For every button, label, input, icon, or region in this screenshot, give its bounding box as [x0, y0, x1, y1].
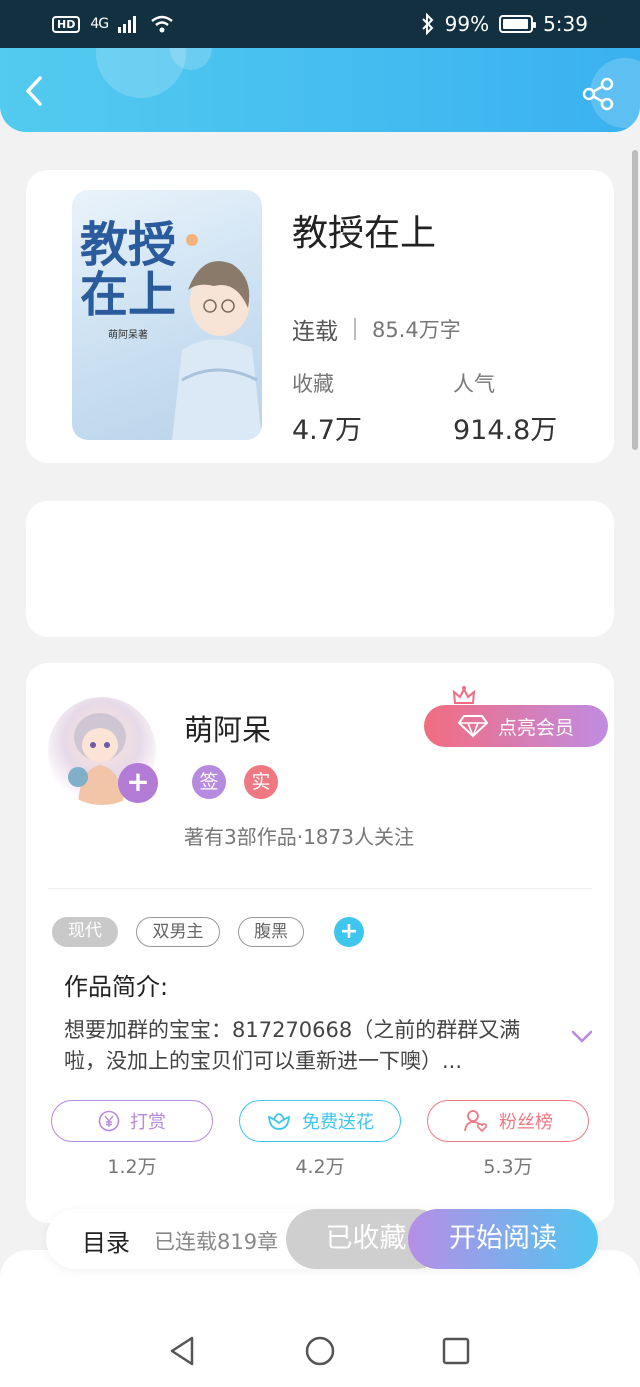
bluetooth-icon	[421, 13, 434, 35]
yen-icon	[98, 1110, 120, 1132]
status-right: 99% 5:39	[421, 12, 588, 36]
user-heart-icon	[464, 1110, 488, 1133]
flower-icon	[267, 1113, 291, 1130]
signal-bars-icon	[118, 16, 137, 33]
chevron-left-icon[interactable]	[20, 74, 50, 108]
table-of-contents-button[interactable]: 目录	[82, 1223, 130, 1258]
tag-dual-male-lead[interactable]: 双男主	[136, 917, 220, 947]
word-count: 85.4万字	[372, 318, 461, 342]
wifi-icon	[151, 15, 173, 33]
add-tag-button[interactable]: +	[334, 917, 364, 947]
status-left: HD 4G	[52, 15, 174, 33]
popularity-value: 914.8万	[453, 415, 558, 446]
reward-button[interactable]: 打赏	[51, 1100, 213, 1142]
divider	[48, 888, 592, 889]
author-card: + 萌阿呆 签 实 著有3部作品·1873人关注 点亮会员 现代 双男主 腹黑 …	[26, 663, 614, 1223]
empty-card	[26, 501, 614, 637]
nav-back-icon[interactable]	[168, 1335, 198, 1367]
badge-signed: 签	[192, 765, 226, 799]
favorites-value: 4.7万	[292, 415, 362, 446]
author-meta: 著有3部作品·1873人关注	[184, 825, 414, 849]
nav-home-icon[interactable]	[304, 1335, 336, 1367]
vip-button-label: 点亮会员	[497, 716, 574, 739]
reward-label: 打赏	[130, 1112, 166, 1133]
popularity-label: 人气	[453, 372, 495, 396]
share-icon[interactable]	[580, 76, 616, 112]
nav-recents-icon[interactable]	[441, 1335, 471, 1367]
chapter-count: 已连载819章	[154, 1230, 279, 1254]
status-divider	[354, 318, 356, 340]
battery-icon	[499, 15, 537, 33]
status-bar: HD 4G 99% 5:39	[0, 0, 640, 48]
send-flower-label: 免费送花	[302, 1112, 374, 1133]
book-cover[interactable]: 教授在上 萌阿呆著	[72, 190, 262, 440]
hd-badge: HD	[52, 15, 81, 33]
fan-ranking-count: 5.3万	[483, 1156, 533, 1178]
intro-text: 想要加群的宝宝：817270668（之前的群群又满啦，没加上的宝贝们可以重新进一…	[64, 1018, 521, 1073]
follow-plus-button[interactable]: +	[118, 763, 158, 803]
author-name: 萌阿呆	[184, 713, 272, 747]
vip-button[interactable]: 点亮会员	[424, 705, 608, 747]
fan-ranking-label: 粉丝榜	[499, 1112, 553, 1133]
app-header	[0, 48, 640, 132]
book-title: 教授在上	[292, 213, 437, 254]
intro-title: 作品简介:	[64, 973, 169, 1001]
cover-title: 教授在上	[80, 217, 177, 323]
cover-author: 萌阿呆著	[108, 330, 148, 341]
fan-ranking-button[interactable]: 粉丝榜	[427, 1100, 589, 1142]
book-info-card: 教授在上 萌阿呆著 教授在上 连载 85.4万字 收藏 4.7万 人气 914.…	[26, 170, 614, 463]
crown-icon	[452, 686, 476, 704]
reward-count: 1.2万	[107, 1156, 157, 1178]
send-flower-button[interactable]: 免费送花	[239, 1100, 401, 1142]
flower-count: 4.2万	[295, 1156, 345, 1178]
badge-verified: 实	[244, 765, 278, 799]
scrollbar[interactable]	[632, 150, 638, 450]
start-reading-button[interactable]: 开始阅读	[408, 1209, 598, 1269]
battery-percent: 99%	[444, 12, 490, 36]
book-status-row: 连载 85.4万字	[292, 312, 461, 346]
bottom-action-bar: 目录 已连载819章 已收藏 开始阅读	[46, 1209, 598, 1269]
tag-scheming[interactable]: 腹黑	[238, 917, 304, 947]
clock: 5:39	[543, 12, 588, 36]
system-nav-bar	[0, 1250, 640, 1387]
favorites-label: 收藏	[292, 372, 334, 396]
diamond-icon	[457, 715, 488, 738]
signal-indicator: 4G	[90, 16, 109, 32]
chevron-down-icon[interactable]	[570, 1029, 594, 1045]
tag-modern[interactable]: 现代	[52, 917, 118, 947]
serial-status: 连载	[292, 319, 338, 345]
